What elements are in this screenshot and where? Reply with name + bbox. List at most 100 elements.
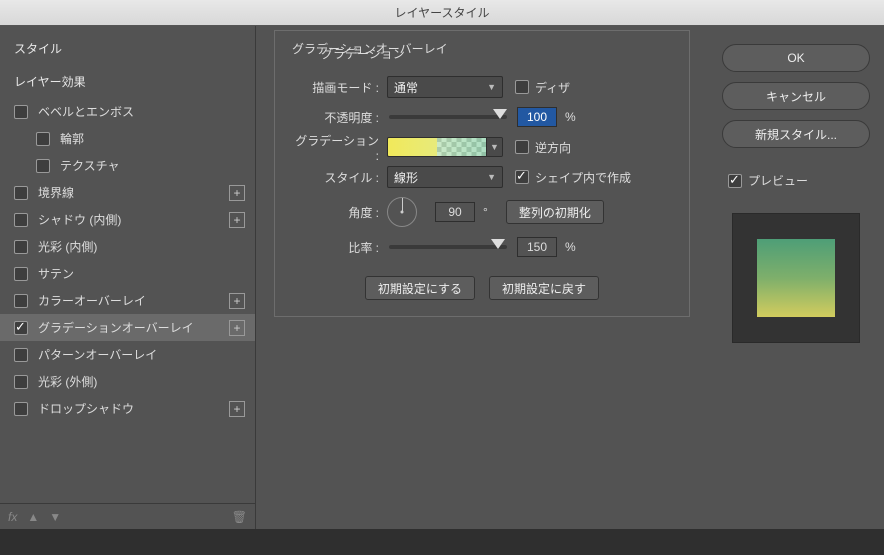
style-row: スタイル : 線形 ▼ シェイプ内で作成 — [291, 162, 673, 192]
opacity-slider[interactable] — [389, 115, 507, 119]
cancel-button[interactable]: キャンセル — [722, 82, 870, 110]
trash-icon[interactable]: 🗑 — [232, 510, 247, 524]
defaults-row: 初期設定にする 初期設定に戻す — [291, 276, 673, 300]
style-item-checkbox[interactable] — [14, 213, 28, 227]
style-item-label: シャドウ (内側) — [38, 211, 225, 228]
style-item-checkbox[interactable] — [14, 105, 28, 119]
style-item-1[interactable]: 輪郭 — [0, 125, 255, 152]
style-item-6[interactable]: サテン — [0, 260, 255, 287]
angle-input[interactable]: 90 — [435, 202, 475, 222]
add-effect-icon[interactable]: + — [229, 212, 245, 228]
opacity-row: 不透明度 : 100 % — [291, 102, 673, 132]
style-select[interactable]: 線形 ▼ — [387, 166, 503, 188]
style-item-checkbox[interactable] — [36, 159, 50, 173]
style-item-3[interactable]: 境界線+ — [0, 179, 255, 206]
effects-header[interactable]: レイヤー効果 — [0, 65, 255, 98]
add-effect-icon[interactable]: + — [229, 185, 245, 201]
style-item-label: 光彩 (外側) — [38, 373, 245, 390]
style-item-checkbox[interactable] — [14, 294, 28, 308]
style-label: スタイル : — [291, 169, 387, 186]
styles-footer: fx ▲ ▼ 🗑 — [0, 503, 255, 529]
styles-panel: スタイル レイヤー効果 ベベルとエンボス輪郭テクスチャ境界線+シャドウ (内側)… — [0, 26, 256, 529]
gradient-row: グラデーション : ▼ 逆方向 — [291, 132, 673, 162]
gradient-label: グラデーション : — [291, 132, 387, 163]
style-item-label: グラデーションオーバーレイ — [38, 319, 225, 336]
scale-slider-thumb[interactable] — [491, 239, 505, 249]
blend-mode-label: 描画モード : — [291, 79, 387, 96]
reverse-label: 逆方向 — [535, 139, 571, 156]
style-item-label: 光彩 (内側) — [38, 238, 245, 255]
fx-icon[interactable]: fx — [8, 510, 17, 524]
style-item-checkbox[interactable] — [14, 240, 28, 254]
style-item-label: 輪郭 — [60, 130, 245, 147]
actions-panel: OK キャンセル 新規スタイル... プレビュー — [708, 26, 884, 529]
arrow-down-icon[interactable]: ▼ — [49, 510, 61, 524]
arrow-up-icon[interactable]: ▲ — [27, 510, 39, 524]
angle-unit: ° — [483, 205, 488, 219]
preview-checkbox[interactable] — [728, 174, 742, 188]
preview-box — [732, 213, 860, 343]
chevron-down-icon: ▼ — [487, 172, 496, 182]
preview-label: プレビュー — [748, 172, 808, 189]
styles-list: スタイル レイヤー効果 ベベルとエンボス輪郭テクスチャ境界線+シャドウ (内側)… — [0, 26, 255, 503]
style-item-0[interactable]: ベベルとエンボス — [0, 98, 255, 125]
preview-row: プレビュー — [722, 172, 870, 189]
style-item-checkbox[interactable] — [14, 267, 28, 281]
style-item-11[interactable]: ドロップシャドウ+ — [0, 395, 255, 422]
chevron-down-icon: ▼ — [487, 82, 496, 92]
add-effect-icon[interactable]: + — [229, 293, 245, 309]
scale-row: 比率 : 150 % — [291, 232, 673, 262]
style-item-label: パターンオーバーレイ — [38, 346, 245, 363]
style-item-5[interactable]: 光彩 (内側) — [0, 233, 255, 260]
ok-button[interactable]: OK — [722, 44, 870, 72]
preview-swatch — [757, 239, 835, 317]
window-title: レイヤースタイル — [394, 6, 489, 20]
new-style-button[interactable]: 新規スタイル... — [722, 120, 870, 148]
styles-header[interactable]: スタイル — [0, 32, 255, 65]
style-item-label: ドロップシャドウ — [38, 400, 225, 417]
style-item-7[interactable]: カラーオーバーレイ+ — [0, 287, 255, 314]
blend-mode-row: 描画モード : 通常 ▼ ディザ — [291, 72, 673, 102]
gradient-picker[interactable]: ▼ — [387, 137, 503, 157]
reverse-checkbox[interactable] — [515, 140, 529, 154]
style-item-9[interactable]: パターンオーバーレイ — [0, 341, 255, 368]
blend-mode-value: 通常 — [394, 79, 418, 96]
opacity-label: 不透明度 : — [291, 109, 387, 126]
scale-input[interactable]: 150 — [517, 237, 557, 257]
style-item-10[interactable]: 光彩 (外側) — [0, 368, 255, 395]
group-subtitle: グラデーション — [321, 45, 673, 62]
style-item-checkbox[interactable] — [14, 186, 28, 200]
scale-label: 比率 : — [291, 239, 387, 256]
scale-slider[interactable] — [389, 245, 507, 249]
add-effect-icon[interactable]: + — [229, 401, 245, 417]
align-reset-button[interactable]: 整列の初期化 — [506, 200, 604, 224]
style-value: 線形 — [394, 169, 418, 186]
dialog-body: スタイル レイヤー効果 ベベルとエンボス輪郭テクスチャ境界線+シャドウ (内側)… — [0, 26, 884, 529]
style-item-4[interactable]: シャドウ (内側)+ — [0, 206, 255, 233]
shape-align-checkbox[interactable] — [515, 170, 529, 184]
dither-checkbox[interactable] — [515, 80, 529, 94]
style-item-2[interactable]: テクスチャ — [0, 152, 255, 179]
style-item-checkbox[interactable] — [14, 348, 28, 362]
style-item-checkbox[interactable] — [14, 402, 28, 416]
opacity-slider-thumb[interactable] — [493, 109, 507, 119]
style-item-label: サテン — [38, 265, 245, 282]
style-item-8[interactable]: グラデーションオーバーレイ+ — [0, 314, 255, 341]
angle-label: 角度 : — [291, 204, 387, 221]
style-item-checkbox[interactable] — [36, 132, 50, 146]
add-effect-icon[interactable]: + — [229, 320, 245, 336]
chevron-down-icon[interactable]: ▼ — [486, 138, 502, 156]
style-item-checkbox[interactable] — [14, 375, 28, 389]
blend-mode-select[interactable]: 通常 ▼ — [387, 76, 503, 98]
style-item-checkbox[interactable] — [14, 321, 28, 335]
style-item-label: カラーオーバーレイ — [38, 292, 225, 309]
style-item-label: テクスチャ — [60, 157, 245, 174]
gradient-fieldset: グラデーション 描画モード : 通常 ▼ ディザ 不透明度 : 100 % — [274, 30, 690, 317]
make-default-button[interactable]: 初期設定にする — [365, 276, 475, 300]
opacity-input[interactable]: 100 — [517, 107, 557, 127]
dither-label: ディザ — [535, 79, 570, 96]
window-titlebar: レイヤースタイル — [0, 0, 884, 26]
angle-dial[interactable] — [387, 197, 417, 227]
reset-default-button[interactable]: 初期設定に戻す — [489, 276, 599, 300]
style-item-label: 境界線 — [38, 184, 225, 201]
